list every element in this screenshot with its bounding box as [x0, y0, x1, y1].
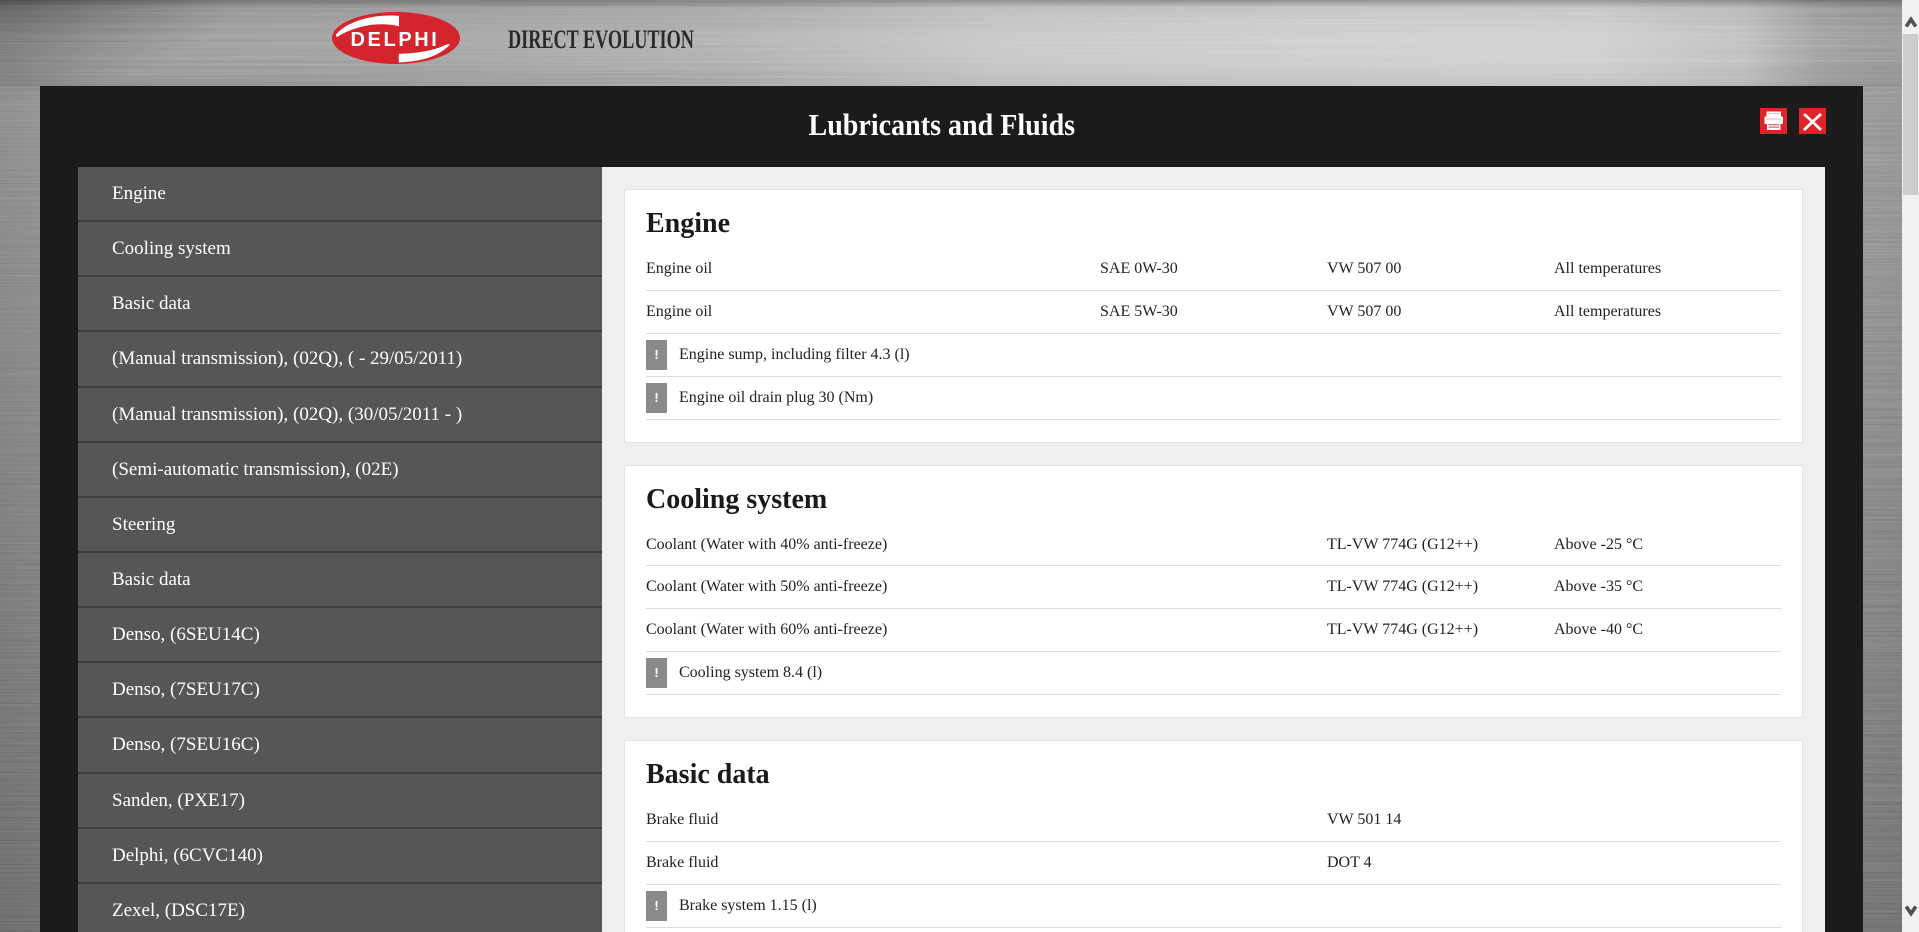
- svg-text:DELPHI: DELPHI: [351, 29, 440, 51]
